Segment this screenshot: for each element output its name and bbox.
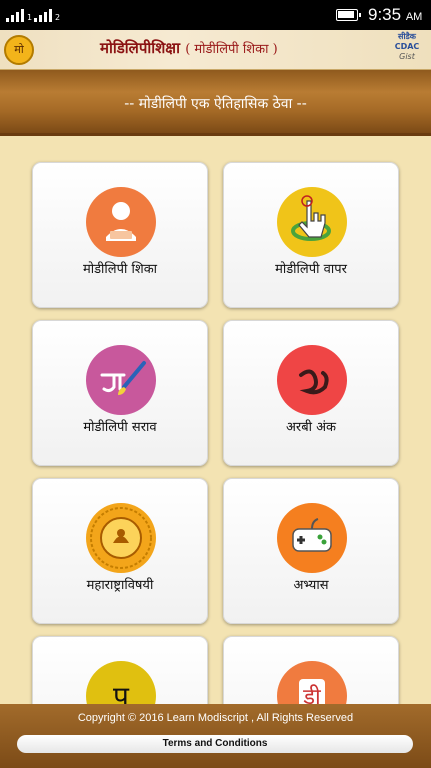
menu-tile-practice-game[interactable]: अभ्यास [223, 478, 399, 624]
menu-tile-arabic-numerals[interactable]: अरबी अंक [223, 320, 399, 466]
menu-tile-8[interactable]: डी [223, 636, 399, 704]
footer: Copyright © 2016 Learn Modiscript , All … [0, 704, 431, 768]
app-title: मोडिलिपीशिक्षा ( मोडीलिपी शिका ) [100, 39, 278, 57]
menu-tile-label: अभ्यास [293, 578, 329, 593]
cdac-logo: सीडैक CDAC Gist [394, 32, 420, 61]
menu-tile-learn-modi[interactable]: मोडीलिपी शिका [32, 162, 208, 308]
terms-button[interactable]: Terms and Conditions [17, 735, 413, 753]
app-header: मो मोडिलिपीशिक्षा ( मोडीलिपी शिका ) सीडै… [0, 30, 431, 70]
battery-icon [336, 9, 361, 21]
maharashtra-seal-icon [86, 503, 156, 573]
menu-tile-label: मोडीलिपी सराव [83, 420, 157, 435]
banner-tagline: -- मोडीलिपी एक ऐतिहासिक ठेवा -- [124, 96, 307, 112]
menu-tile-7[interactable]: प [32, 636, 208, 704]
status-bar: 1 2 9:35 AM [0, 0, 431, 30]
signal-strength-sim1-icon: 1 [6, 8, 32, 22]
app-subtitle: ( मोडीलिपी शिका ) [185, 42, 278, 57]
learn-person-icon [86, 187, 156, 257]
modi-glyph-icon: प [86, 661, 156, 704]
status-clock: 9:35 AM [368, 5, 423, 24]
menu-tile-about-maharashtra[interactable]: महाराष्ट्राविषयी [32, 478, 208, 624]
menu-grid: मोडीलिपी शिका मोडीलिपी वापर मोडीलिपी सरा… [0, 136, 431, 704]
menu-tile-label: अरबी अंक [285, 420, 337, 435]
dictionary-icon: डी [277, 661, 347, 704]
touch-hand-icon [277, 187, 347, 257]
menu-tile-modi-usage[interactable]: मोडीलिपी वापर [223, 162, 399, 308]
app-logo: मो [4, 35, 34, 65]
arabic-numeral-icon [277, 345, 347, 415]
game-controller-icon [277, 503, 347, 573]
copyright-text: Copyright © 2016 Learn Modiscript , All … [77, 712, 354, 724]
banner: -- मोडीलिपी एक ऐतिहासिक ठेवा -- [0, 70, 431, 136]
menu-tile-label: महाराष्ट्राविषयी [86, 578, 154, 593]
menu-tile-label: मोडीलिपी शिका [82, 262, 158, 277]
menu-tile-modi-practice[interactable]: मोडीलिपी सराव [32, 320, 208, 466]
signal-strength-sim2-icon: 2 [34, 8, 60, 22]
menu-tile-label: मोडीलिपी वापर [275, 262, 347, 277]
brush-practice-icon [86, 345, 156, 415]
